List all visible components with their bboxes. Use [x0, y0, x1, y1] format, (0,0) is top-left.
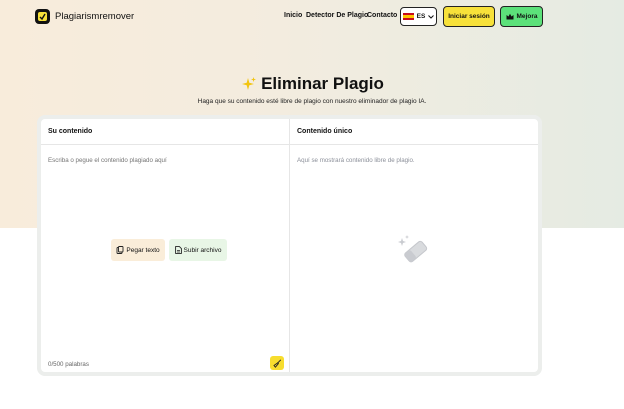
sparkle-icon: [242, 76, 257, 90]
paste-text-button[interactable]: Pegar texto: [111, 239, 165, 261]
broom-icon: [272, 358, 281, 368]
crown-icon: [506, 13, 514, 20]
eraser-sparkle-icon: [398, 235, 428, 263]
input-column: Su contenido Pegar texto Subir archivo 0…: [41, 119, 290, 372]
page-subtitle: Haga que su contenido esté libre de plag…: [197, 98, 427, 105]
upgrade-button[interactable]: Mejora: [500, 6, 543, 27]
file-icon: [174, 246, 182, 254]
word-counter: 0/500 palabras: [48, 361, 89, 368]
top-header: Plagiarismremover Inicio Detector De Pla…: [0, 0, 624, 34]
output-column: Contenido único Aquí se mostrará conteni…: [290, 119, 538, 372]
spain-flag-icon: [402, 13, 414, 20]
clear-text-button[interactable]: [270, 356, 284, 370]
language-selector[interactable]: ES: [400, 7, 437, 26]
input-heading: Su contenido: [41, 119, 289, 145]
hero-title-row: Eliminar Plagio: [0, 74, 624, 94]
content-input[interactable]: [48, 157, 278, 197]
page-title: Eliminar Plagio: [261, 74, 384, 93]
output-placeholder: Aquí se mostrará contenido libre de plag…: [297, 157, 415, 164]
language-code: ES: [416, 13, 426, 20]
paste-text-label: Pegar texto: [126, 246, 160, 254]
output-heading: Contenido único: [290, 119, 538, 145]
upload-file-button[interactable]: Subir archivo: [169, 239, 227, 261]
login-button[interactable]: Iniciar sesión: [443, 6, 495, 27]
nav-contacto[interactable]: Contacto: [367, 12, 397, 19]
logo-icon: [35, 9, 50, 24]
nav-detector-de-plagio[interactable]: Detector De Plagio: [306, 12, 368, 19]
chevron-down-icon: [428, 14, 435, 19]
brand-name: Plagiarismremover: [55, 11, 135, 22]
editor-panel: Su contenido Pegar texto Subir archivo 0…: [37, 115, 542, 376]
clipboard-icon: [116, 246, 124, 254]
nav-inicio[interactable]: Inicio: [284, 12, 302, 19]
upload-file-label: Subir archivo: [183, 246, 222, 254]
brand-logo[interactable]: Plagiarismremover: [35, 9, 134, 24]
upgrade-label: Mejora: [516, 13, 538, 20]
